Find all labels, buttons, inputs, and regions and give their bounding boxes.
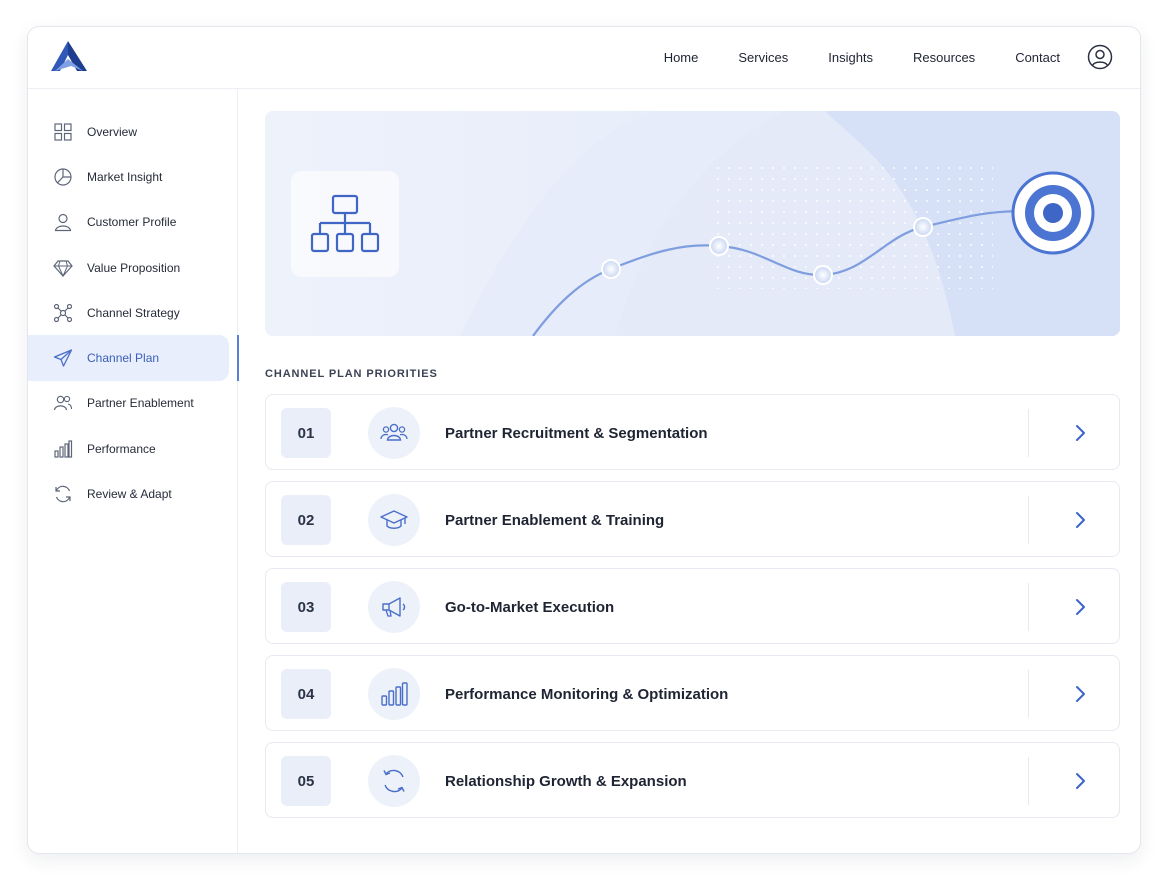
card-divider [1028,670,1029,718]
refresh-icon [55,485,71,503]
sidebar-item-label: Overview [87,124,138,139]
chevron-right-icon[interactable] [1071,510,1089,530]
card-divider [1028,757,1029,805]
sidebar-item-label: Channel Plan [87,351,160,366]
hero-tile [291,171,399,277]
active-indicator [237,335,239,381]
priority-title: Partner Recruitment & Segmentation [445,424,708,442]
users-icon [53,396,73,411]
nav-resources[interactable]: Resources [913,50,975,65]
app-window: Home Services Insights Resources Contact… [27,26,1141,854]
priority-card-05[interactable]: 05 Relationship Growth & Expansion [265,742,1120,818]
grid-icon [54,123,72,141]
sidebar: Overview Market Insight Customer Profile… [28,89,239,853]
sidebar-item-label: Customer Profile [87,215,177,230]
priority-number: 01 [281,408,331,458]
nav-insights[interactable]: Insights [828,50,873,65]
priority-number: 03 [281,582,331,632]
bar-chart-icon [368,668,420,720]
priority-card-03[interactable]: 03 Go-to-Market Execution [265,568,1120,644]
hierarchy-icon [310,194,380,253]
chevron-right-icon[interactable] [1071,597,1089,617]
chevron-right-icon[interactable] [1071,423,1089,443]
sidebar-item-market-insight[interactable]: Market Insight [28,154,229,199]
sidebar-item-label: Review & Adapt [87,487,172,502]
priority-title: Partner Enablement & Training [445,511,665,529]
sidebar-item-channel-plan[interactable]: Channel Plan [28,335,239,381]
chevron-right-icon[interactable] [1071,684,1089,704]
sidebar-item-label: Performance [87,441,156,456]
sidebar-item-label: Market Insight [87,169,163,184]
user-icon [54,214,72,232]
priority-number: 04 [281,669,331,719]
priority-card-01[interactable]: 01 Partner Recruitment & Segmentation [265,394,1120,470]
triangle-a-logo[interactable] [51,41,87,71]
sidebar-item-partner-enablement[interactable]: Partner Enablement [28,381,229,426]
sidebar-item-label: Value Proposition [87,260,181,275]
diamond-icon [53,259,73,277]
card-divider [1028,496,1029,544]
nav-contact[interactable]: Contact [1015,50,1060,65]
priority-title: Performance Monitoring & Optimization [445,685,729,703]
section-title: CHANNEL PLAN PRIORITIES [265,368,438,380]
priority-title: Go-to-Market Execution [445,598,615,616]
sidebar-item-value-proposition[interactable]: Value Proposition [28,245,229,290]
chevron-right-icon[interactable] [1071,771,1089,791]
cycle-icon [368,755,420,807]
sidebar-item-label: Channel Strategy [87,305,180,320]
megaphone-icon [368,581,420,633]
nav-services[interactable]: Services [738,50,788,65]
top-nav: Home Services Insights Resources Contact [664,27,1060,87]
top-header: Home Services Insights Resources Contact [28,27,1140,89]
priority-number: 05 [281,756,331,806]
sidebar-item-customer-profile[interactable]: Customer Profile [28,200,229,245]
card-divider [1028,583,1029,631]
priority-number: 02 [281,495,331,545]
sidebar-item-overview[interactable]: Overview [28,109,229,154]
target-icon [1011,171,1095,255]
sidebar-item-channel-strategy[interactable]: Channel Strategy [28,290,229,335]
sidebar-item-performance[interactable]: Performance [28,426,229,471]
priority-title: Relationship Growth & Expansion [445,772,687,790]
group-icon [368,407,420,459]
card-divider [1028,409,1029,457]
network-icon [53,303,73,322]
user-circle-icon[interactable] [1087,44,1113,70]
main-content: CHANNEL PLAN PRIORITIES 01 Partner Recru… [265,111,1120,818]
priority-card-02[interactable]: 02 Partner Enablement & Training [265,481,1120,557]
pie-chart-icon [54,168,72,186]
hero-banner [265,111,1120,336]
priority-card-04[interactable]: 04 Performance Monitoring & Optimization [265,655,1120,731]
sidebar-item-label: Partner Enablement [87,396,194,411]
graduation-cap-icon [368,494,420,546]
bar-chart-icon [54,440,73,458]
sidebar-item-review-adapt[interactable]: Review & Adapt [28,471,229,516]
paper-plane-icon [53,349,73,367]
nav-home[interactable]: Home [664,50,699,65]
